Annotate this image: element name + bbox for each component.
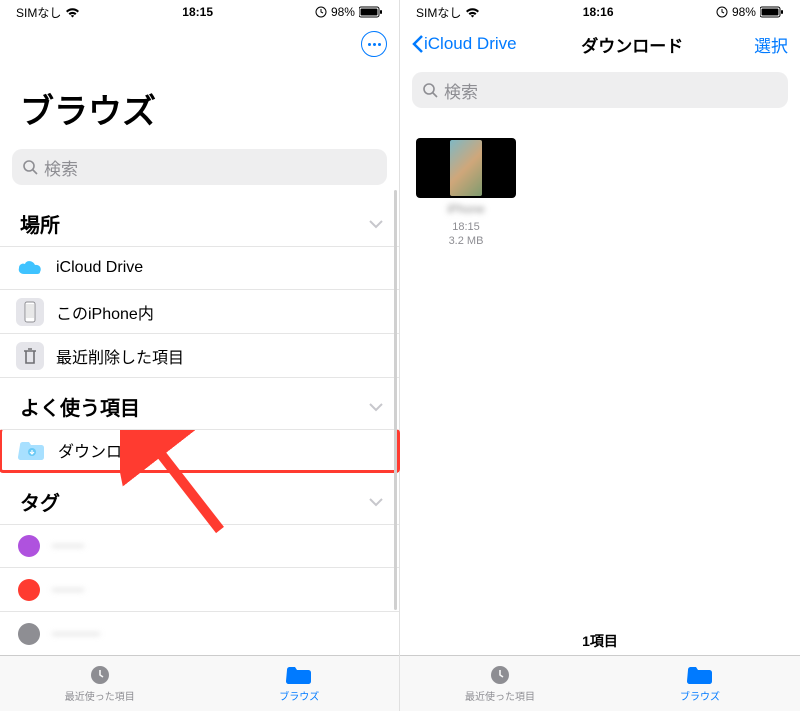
iphone-icon bbox=[16, 298, 44, 326]
nav-title: ダウンロード bbox=[581, 32, 683, 57]
locations-list: iCloud Drive このiPhone内 最近削除した項目 bbox=[0, 246, 399, 378]
trash-icon bbox=[16, 342, 44, 370]
row-label: iCloud Drive bbox=[56, 259, 383, 277]
search-input[interactable]: 検索 bbox=[12, 149, 387, 185]
location-trash[interactable]: 最近削除した項目 bbox=[0, 334, 399, 378]
search-icon bbox=[22, 159, 38, 175]
nav-bar bbox=[0, 22, 399, 66]
search-placeholder: 検索 bbox=[444, 78, 478, 103]
folder-icon bbox=[286, 664, 312, 686]
favorite-downloads[interactable]: ダウンロード bbox=[0, 429, 400, 473]
row-label: このiPhone内 bbox=[56, 300, 383, 324]
search-input[interactable]: 検索 bbox=[412, 72, 788, 108]
row-label: 最近削除した項目 bbox=[56, 344, 383, 368]
rotation-lock-icon bbox=[716, 6, 728, 18]
battery-percent: 98% bbox=[732, 5, 756, 19]
tag-row[interactable]: ――― bbox=[0, 612, 399, 656]
tag-dot-gray bbox=[18, 623, 40, 645]
clock-icon bbox=[487, 664, 513, 686]
favorites-list: ダウンロード bbox=[0, 429, 399, 473]
folder-download-icon bbox=[18, 436, 46, 464]
chevron-left-icon bbox=[412, 34, 424, 54]
cloud-icon bbox=[16, 254, 44, 282]
tag-row[interactable]: ―― bbox=[0, 524, 399, 568]
favorites-header[interactable]: よく使う項目 bbox=[0, 378, 399, 429]
browse-pane: SIMなし 18:15 98% ブラウズ 検索 場所 iC bbox=[0, 0, 400, 711]
tab-recent[interactable]: 最近使った項目 bbox=[0, 656, 200, 711]
wifi-icon bbox=[65, 7, 80, 18]
folder-icon bbox=[687, 664, 713, 686]
back-button[interactable]: iCloud Drive bbox=[412, 34, 517, 54]
chevron-down-icon bbox=[369, 497, 383, 507]
row-label: ―― bbox=[52, 581, 383, 599]
row-label: ダウンロード bbox=[58, 438, 381, 462]
battery-icon bbox=[359, 6, 383, 18]
tag-dot-red bbox=[18, 579, 40, 601]
search-placeholder: 検索 bbox=[44, 155, 78, 180]
select-button[interactable]: 選択 bbox=[754, 32, 788, 57]
file-meta: 18:15 3.2 MB bbox=[449, 220, 484, 249]
search-icon bbox=[422, 82, 438, 98]
battery-percent: 98% bbox=[331, 5, 355, 19]
wifi-icon bbox=[465, 7, 480, 18]
location-icloud[interactable]: iCloud Drive bbox=[0, 246, 399, 290]
locations-header[interactable]: 場所 bbox=[0, 195, 399, 246]
clock-label: 18:16 bbox=[583, 5, 614, 19]
tab-recent[interactable]: 最近使った項目 bbox=[400, 656, 600, 711]
file-grid: iPhone 18:15 3.2 MB bbox=[400, 118, 800, 711]
carrier-label: SIMなし bbox=[16, 4, 61, 21]
more-button[interactable] bbox=[361, 31, 387, 57]
battery-icon bbox=[760, 6, 784, 18]
file-thumbnail bbox=[416, 138, 516, 198]
tab-browse[interactable]: ブラウズ bbox=[200, 656, 400, 711]
tab-bar: 最近使った項目 ブラウズ bbox=[400, 655, 800, 711]
folder-pane: SIMなし 18:16 98% iCloud Drive ダウンロード 選択 検… bbox=[400, 0, 800, 711]
tag-row[interactable]: ―― bbox=[0, 568, 399, 612]
item-count: 1項目 bbox=[400, 631, 800, 651]
carrier-label: SIMなし bbox=[416, 4, 461, 21]
chevron-down-icon bbox=[369, 402, 383, 412]
clock-icon bbox=[87, 664, 113, 686]
tag-dot-purple bbox=[18, 535, 40, 557]
chevron-down-icon bbox=[369, 219, 383, 229]
tab-bar: 最近使った項目 ブラウズ bbox=[0, 655, 399, 711]
location-iphone[interactable]: このiPhone内 bbox=[0, 290, 399, 334]
tags-header[interactable]: タグ bbox=[0, 473, 399, 524]
row-label: ――― bbox=[52, 625, 383, 643]
tab-browse[interactable]: ブラウズ bbox=[600, 656, 800, 711]
file-item[interactable]: iPhone 18:15 3.2 MB bbox=[416, 138, 516, 249]
rotation-lock-icon bbox=[315, 6, 327, 18]
status-bar: SIMなし 18:16 98% bbox=[400, 0, 800, 22]
scroll-indicator bbox=[394, 190, 397, 610]
nav-bar: iCloud Drive ダウンロード 選択 bbox=[400, 22, 800, 66]
row-label: ―― bbox=[52, 537, 383, 555]
file-name: iPhone bbox=[447, 202, 484, 216]
clock-label: 18:15 bbox=[182, 5, 213, 19]
status-bar: SIMなし 18:15 98% bbox=[0, 0, 399, 22]
page-title: ブラウズ bbox=[0, 66, 399, 143]
